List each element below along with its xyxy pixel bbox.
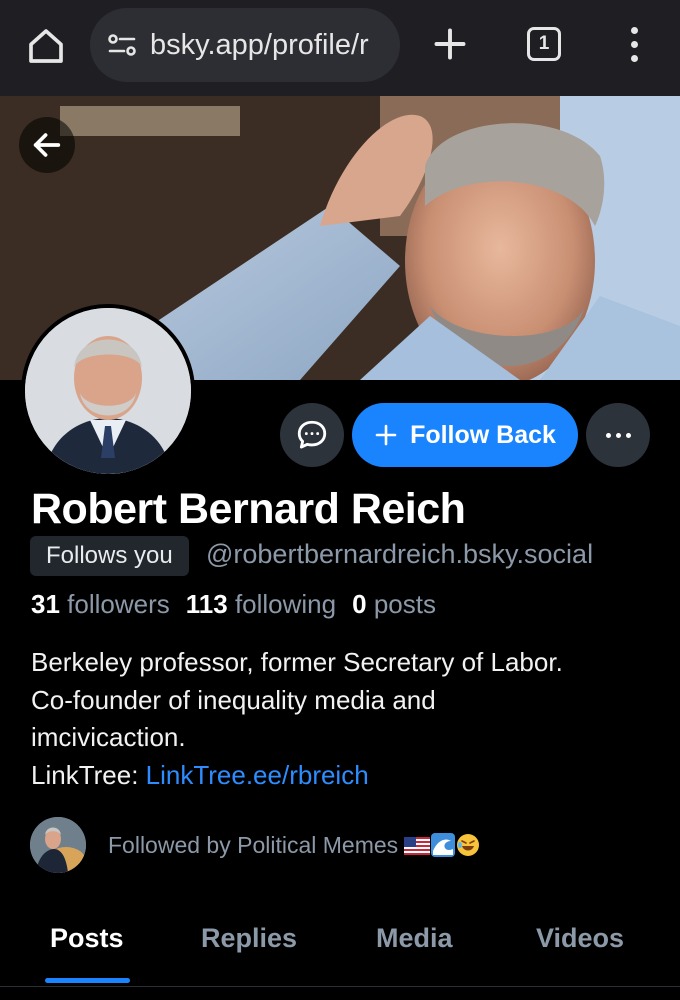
menu-dot	[630, 26, 638, 34]
plus-icon	[375, 424, 397, 446]
follower-avatar	[30, 817, 86, 873]
address-bar[interactable]: bsky.app/profile/r	[90, 8, 400, 82]
ellipsis-icon	[605, 432, 611, 438]
followers-label: followers	[67, 589, 170, 619]
followed-by-label: Followed by Political Memes	[108, 831, 399, 858]
site-settings-icon[interactable]	[106, 29, 138, 61]
ellipsis-icon	[625, 432, 631, 438]
profile-handle: @robertbernardreich.bsky.social	[206, 539, 594, 569]
browser-toolbar: bsky.app/profile/r 1	[0, 0, 680, 96]
back-arrow-icon	[33, 133, 61, 157]
bio-link[interactable]: LinkTree.ee/rbreich	[146, 760, 369, 790]
follows-you-badge: Follows you	[30, 536, 189, 576]
plus-icon	[434, 28, 466, 60]
more-options-button[interactable]	[586, 403, 650, 467]
tabs-divider	[0, 986, 680, 987]
url-text[interactable]: bsky.app/profile/r	[150, 29, 369, 62]
follow-back-label: Follow Back	[410, 420, 556, 449]
profile-stats: 31 followers 113 following 0 posts	[31, 589, 436, 620]
profile-avatar[interactable]	[21, 304, 195, 478]
wave-icon	[431, 832, 456, 857]
bio-line: imcivicaction.	[31, 722, 186, 752]
following-label: following	[234, 589, 337, 619]
followed-by-text: Followed by Political Memes	[108, 832, 480, 859]
tab-posts[interactable]: Posts	[50, 923, 124, 954]
followers-stat[interactable]: 31 followers	[31, 589, 170, 620]
tab-media[interactable]: Media	[376, 923, 453, 954]
new-tab-button[interactable]	[426, 20, 474, 68]
menu-dot	[630, 54, 638, 62]
following-stat[interactable]: 113 following	[186, 589, 336, 620]
posts-stat: 0 posts	[352, 589, 436, 620]
rofl-emoji-icon	[457, 833, 480, 856]
bio-link-prefix: LinkTree:	[31, 759, 146, 790]
profile-display-name: Robert Bernard Reich	[31, 485, 466, 533]
avatar-photo	[25, 308, 191, 474]
home-icon	[29, 29, 63, 63]
followed-by-row[interactable]: Followed by Political Memes	[30, 817, 480, 873]
followers-count: 31	[31, 589, 60, 619]
message-button[interactable]	[280, 403, 344, 467]
chat-bubble-icon	[297, 420, 327, 449]
posts-label: posts	[373, 589, 436, 619]
tab-replies[interactable]: Replies	[201, 923, 297, 954]
menu-dot	[630, 40, 638, 48]
bio-link-line: LinkTree: LinkTree.ee/rbreich	[31, 757, 661, 795]
back-button[interactable]	[19, 117, 75, 173]
following-count: 113	[185, 589, 228, 619]
profile-tabs: Posts Replies Media Videos	[0, 905, 680, 1000]
bio-line: Berkeley professor, former Secretary of …	[31, 647, 563, 677]
tab-videos[interactable]: Videos	[536, 923, 624, 954]
active-tab-indicator	[45, 978, 130, 983]
overflow-menu-button[interactable]	[618, 20, 650, 68]
profile-bio: Berkeley professor, former Secretary of …	[31, 644, 661, 794]
us-flag-icon	[404, 836, 431, 855]
ellipsis-icon	[615, 432, 621, 438]
tab-switcher-button[interactable]: 1	[527, 27, 561, 61]
bio-line: Co-founder of inequality media and	[31, 684, 436, 715]
home-button[interactable]	[22, 22, 70, 70]
follow-back-button[interactable]: Follow Back	[352, 403, 578, 467]
posts-count: 0	[352, 589, 367, 619]
follower-avatar-photo	[30, 817, 86, 873]
